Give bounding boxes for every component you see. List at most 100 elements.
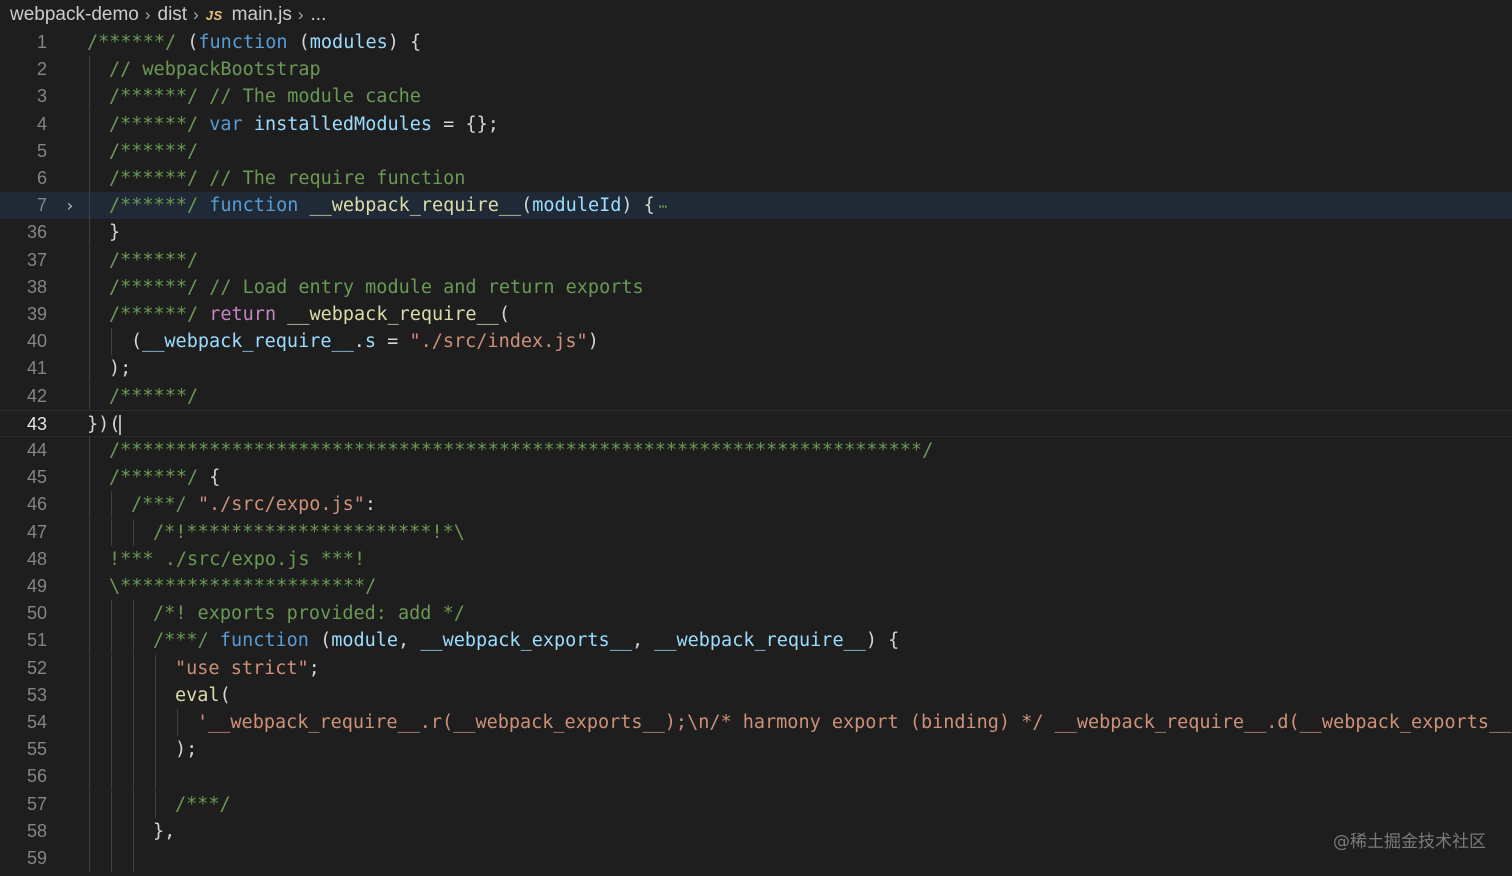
- code-token: (: [287, 32, 310, 53]
- line-number: 46: [26, 494, 47, 515]
- code-line[interactable]: 54 '__webpack_require__.r(__webpack_expor…: [0, 709, 1512, 736]
- code-text: eval(: [175, 682, 231, 709]
- code-line[interactable]: 53 eval(: [0, 681, 1512, 709]
- indent-guide: [155, 790, 156, 818]
- code-text: /******/ var installedModules = {};: [109, 111, 499, 138]
- code-line[interactable]: 56: [0, 763, 1512, 791]
- indent-guide: [111, 790, 112, 818]
- code-token: var: [209, 113, 243, 135]
- code-line[interactable]: 37 /******/: [0, 246, 1512, 274]
- indent-guide: [133, 790, 134, 818]
- indent-guide: [89, 355, 90, 383]
- line-number: 53: [26, 684, 47, 705]
- indent-guide: [89, 709, 90, 736]
- line-number: 51: [26, 630, 47, 651]
- code-token: (: [219, 684, 231, 706]
- indent-guide: [111, 518, 112, 546]
- code-line[interactable]: 39 /******/ return __webpack_require__(: [0, 301, 1512, 328]
- code-token: ) {: [387, 32, 422, 53]
- indent-guide: [89, 573, 90, 600]
- code-token: ;: [308, 657, 320, 679]
- code-token: function: [209, 195, 299, 217]
- code-line[interactable]: 46 /***/ "./src/expo.js":: [0, 491, 1512, 519]
- indent-guide: [155, 681, 156, 709]
- indent-guide: [111, 681, 112, 709]
- indent-guide: [89, 763, 90, 791]
- indent-guide: [155, 736, 156, 764]
- code-text: }: [109, 219, 120, 246]
- code-text: /******/: [109, 138, 198, 165]
- indent-guide: [89, 110, 90, 138]
- code-line[interactable]: 38 /******/ // Load entry module and retu…: [0, 273, 1512, 301]
- indent-guide: [89, 219, 90, 247]
- chevron-right-icon: ›: [144, 5, 151, 24]
- breadcrumb-file[interactable]: main.js: [232, 4, 292, 26]
- code-token: /***/: [153, 630, 220, 652]
- code-token: installedModules: [253, 113, 433, 135]
- indent-guide: [89, 192, 90, 220]
- breadcrumb-folder[interactable]: dist: [158, 4, 188, 26]
- code-token: // webpackBootstrap: [109, 59, 321, 81]
- code-line[interactable]: 5 /******/: [0, 137, 1512, 165]
- code-line[interactable]: 58},: [0, 817, 1512, 845]
- indent-guide: [133, 845, 134, 872]
- code-editor[interactable]: 1/******/ (function (modules) {2// webpa…: [0, 28, 1512, 876]
- code-line[interactable]: 45 /******/ {: [0, 464, 1512, 492]
- code-text: /******/ function __webpack_require__(mo…: [109, 192, 667, 221]
- breadcrumb-project[interactable]: webpack-demo: [10, 4, 139, 26]
- code-line[interactable]: 47 /*!**********************!*\: [0, 518, 1512, 546]
- indent-guide: [89, 654, 90, 682]
- code-line[interactable]: 52 "use strict";: [0, 654, 1512, 682]
- code-token: /*!**********************!*\: [153, 521, 465, 543]
- indent-guide: [177, 709, 178, 736]
- line-number: 43: [26, 413, 47, 434]
- line-number: 47: [26, 521, 47, 542]
- code-line[interactable]: 2 // webpackBootstrap: [0, 56, 1512, 84]
- code-line[interactable]: 42 /******/: [0, 382, 1512, 410]
- line-number: 2: [36, 59, 47, 80]
- indent-guide: [89, 817, 90, 845]
- code-line[interactable]: 50 /*! exports provided: add */: [0, 600, 1512, 628]
- line-number: 49: [26, 576, 47, 596]
- code-line[interactable]: 51 /***/ function (module, __webpack_expo…: [0, 627, 1512, 655]
- code-line[interactable]: 48 !*** ./src/expo.js ***!: [0, 545, 1512, 573]
- code-token: ) {: [865, 630, 900, 652]
- code-line[interactable]: 49 \**********************/: [0, 573, 1512, 600]
- indent-guide: [133, 518, 134, 546]
- code-line[interactable]: 3 /******/ // The module cache: [0, 83, 1512, 111]
- code-line[interactable]: 7 › /******/ function __webpack_require__(…: [0, 192, 1512, 221]
- code-token: /***************************************…: [109, 440, 934, 461]
- indent-guide: [133, 681, 134, 709]
- code-token: /******/: [87, 32, 188, 53]
- line-number: 1: [36, 32, 47, 52]
- code-line[interactable]: 41);: [0, 355, 1512, 383]
- indent-guide: [155, 654, 156, 682]
- code-line[interactable]: 36}: [0, 219, 1512, 247]
- indent-guide: [89, 328, 90, 356]
- folded-region-ellipsis[interactable]: ⋯: [659, 199, 667, 215]
- indent-guide: [89, 246, 90, 274]
- code-line[interactable]: 55);: [0, 736, 1512, 764]
- code-token: (: [308, 630, 332, 652]
- breadcrumb-more[interactable]: ...: [311, 4, 327, 26]
- code-token: ): [587, 331, 599, 353]
- code-text: /******/: [109, 247, 198, 274]
- indent-guide: [89, 627, 90, 655]
- code-text: /***/ "./src/expo.js":: [131, 491, 376, 518]
- code-line[interactable]: 57 /***/: [0, 790, 1512, 818]
- code-line[interactable]: 43})(: [0, 409, 1512, 437]
- fold-chevron-icon[interactable]: ›: [62, 192, 78, 219]
- code-line[interactable]: 1/******/ (function (modules) {: [0, 29, 1512, 56]
- indent-guide: [89, 736, 90, 764]
- line-number: 59: [26, 848, 47, 868]
- code-line[interactable]: 6 /******/ // The require function: [0, 165, 1512, 192]
- line-number: 54: [26, 712, 47, 732]
- code-line[interactable]: 44 /*************************************…: [0, 437, 1512, 464]
- code-token: =: [376, 331, 410, 353]
- code-line[interactable]: 40 (__webpack_require__.s = "./src/index.…: [0, 328, 1512, 356]
- code-line[interactable]: 59: [0, 845, 1512, 872]
- code-line[interactable]: 4 /******/ var installedModules = {};: [0, 110, 1512, 138]
- indent-guide: [133, 736, 134, 764]
- code-token: /******/ // The require function: [109, 168, 466, 189]
- line-number: 39: [26, 304, 47, 324]
